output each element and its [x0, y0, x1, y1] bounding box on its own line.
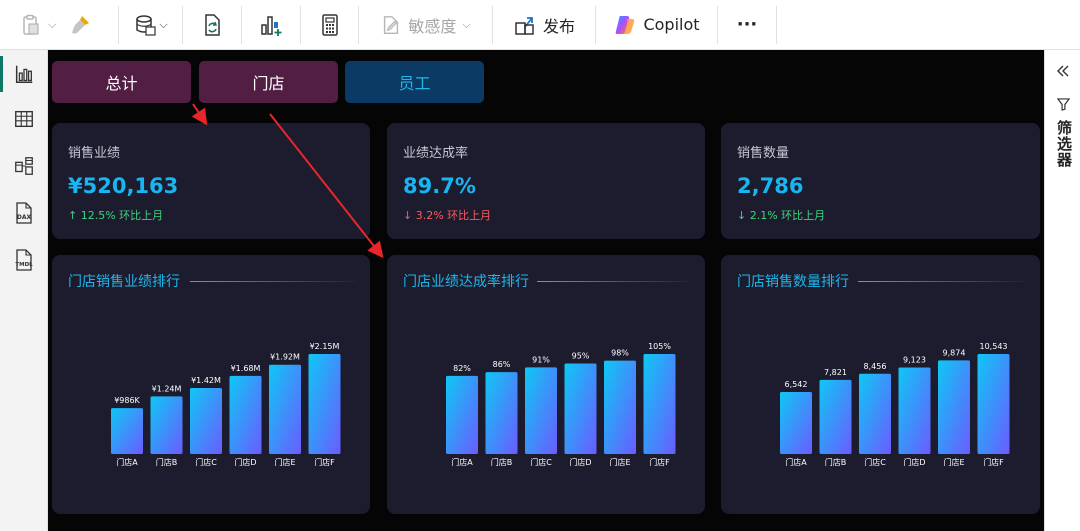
annotation-arrows — [191, 103, 384, 259]
model-view-button[interactable] — [0, 142, 48, 190]
data-source-button[interactable]: ⌵ — [127, 0, 173, 50]
chevron-down-icon: ⌵ — [48, 17, 57, 31]
annotation-arrow — [191, 103, 208, 126]
calculator-icon — [321, 13, 338, 36]
more-options-button[interactable]: ··· — [731, 0, 764, 50]
copilot-icon — [616, 15, 635, 34]
table-icon — [15, 110, 33, 128]
refresh-document-icon — [205, 13, 220, 36]
tmdl-text: TMDL — [15, 262, 33, 268]
copilot-button[interactable]: Copilot — [607, 0, 705, 50]
publish-icon — [515, 16, 534, 35]
report-view-button[interactable] — [0, 50, 48, 98]
add-chart-icon — [261, 15, 282, 36]
expand-chevron-icon[interactable] — [1056, 64, 1070, 78]
filter-pane-label: 筛选器 — [1055, 120, 1073, 168]
paste-button[interactable]: ⌵ — [16, 0, 58, 50]
report-canvas: 总计 门店 员工 销售业绩 ¥520,163 ↑ 12.5% 环比上月 业绩达成… — [48, 50, 1044, 531]
dax-text: DAX — [17, 214, 32, 221]
app-window: ⌵ ⌵ 敏感度 ⌵ 发布 Copilot ··· DAX TMDL 总计 门店 … — [0, 0, 1080, 531]
filter-icon — [1057, 98, 1070, 111]
toolbar-divider — [776, 5, 777, 44]
bar-chart-icon — [15, 65, 33, 83]
dax-query-view-button[interactable]: DAX — [0, 189, 48, 237]
clipboard-icon — [23, 14, 39, 35]
sensitivity-button[interactable]: 敏感度 ⌵ — [374, 0, 476, 50]
refresh-button[interactable] — [194, 0, 230, 50]
chevron-down-icon: ⌵ — [159, 17, 168, 31]
sensitivity-label: 敏感度 — [408, 16, 457, 36]
ribbon-toolbar: ⌵ ⌵ 敏感度 ⌵ 发布 Copilot ··· — [0, 0, 1080, 50]
model-icon — [15, 157, 33, 175]
table-view-button[interactable] — [0, 95, 48, 143]
format-painter-button[interactable] — [62, 0, 98, 50]
database-icon — [136, 14, 156, 36]
sensitivity-label-icon — [384, 15, 399, 34]
filter-pane-collapsed[interactable]: 筛选器 — [1044, 50, 1080, 531]
new-visual-button[interactable] — [253, 0, 289, 50]
brush-icon — [72, 15, 90, 33]
new-measure-button[interactable] — [312, 0, 348, 50]
more-options-label: ··· — [736, 14, 758, 35]
chevron-down-icon: ⌵ — [462, 17, 471, 31]
copilot-label: Copilot — [643, 15, 700, 34]
publish-button[interactable]: 发布 — [507, 0, 581, 50]
view-switcher-rail: DAX TMDL — [0, 50, 48, 531]
annotation-arrow — [269, 113, 384, 259]
publish-label: 发布 — [542, 16, 575, 36]
dax-document-icon: DAX — [16, 202, 32, 224]
tmdl-view-button[interactable]: TMDL — [0, 236, 48, 284]
tmdl-document-icon: TMDL — [15, 249, 33, 271]
